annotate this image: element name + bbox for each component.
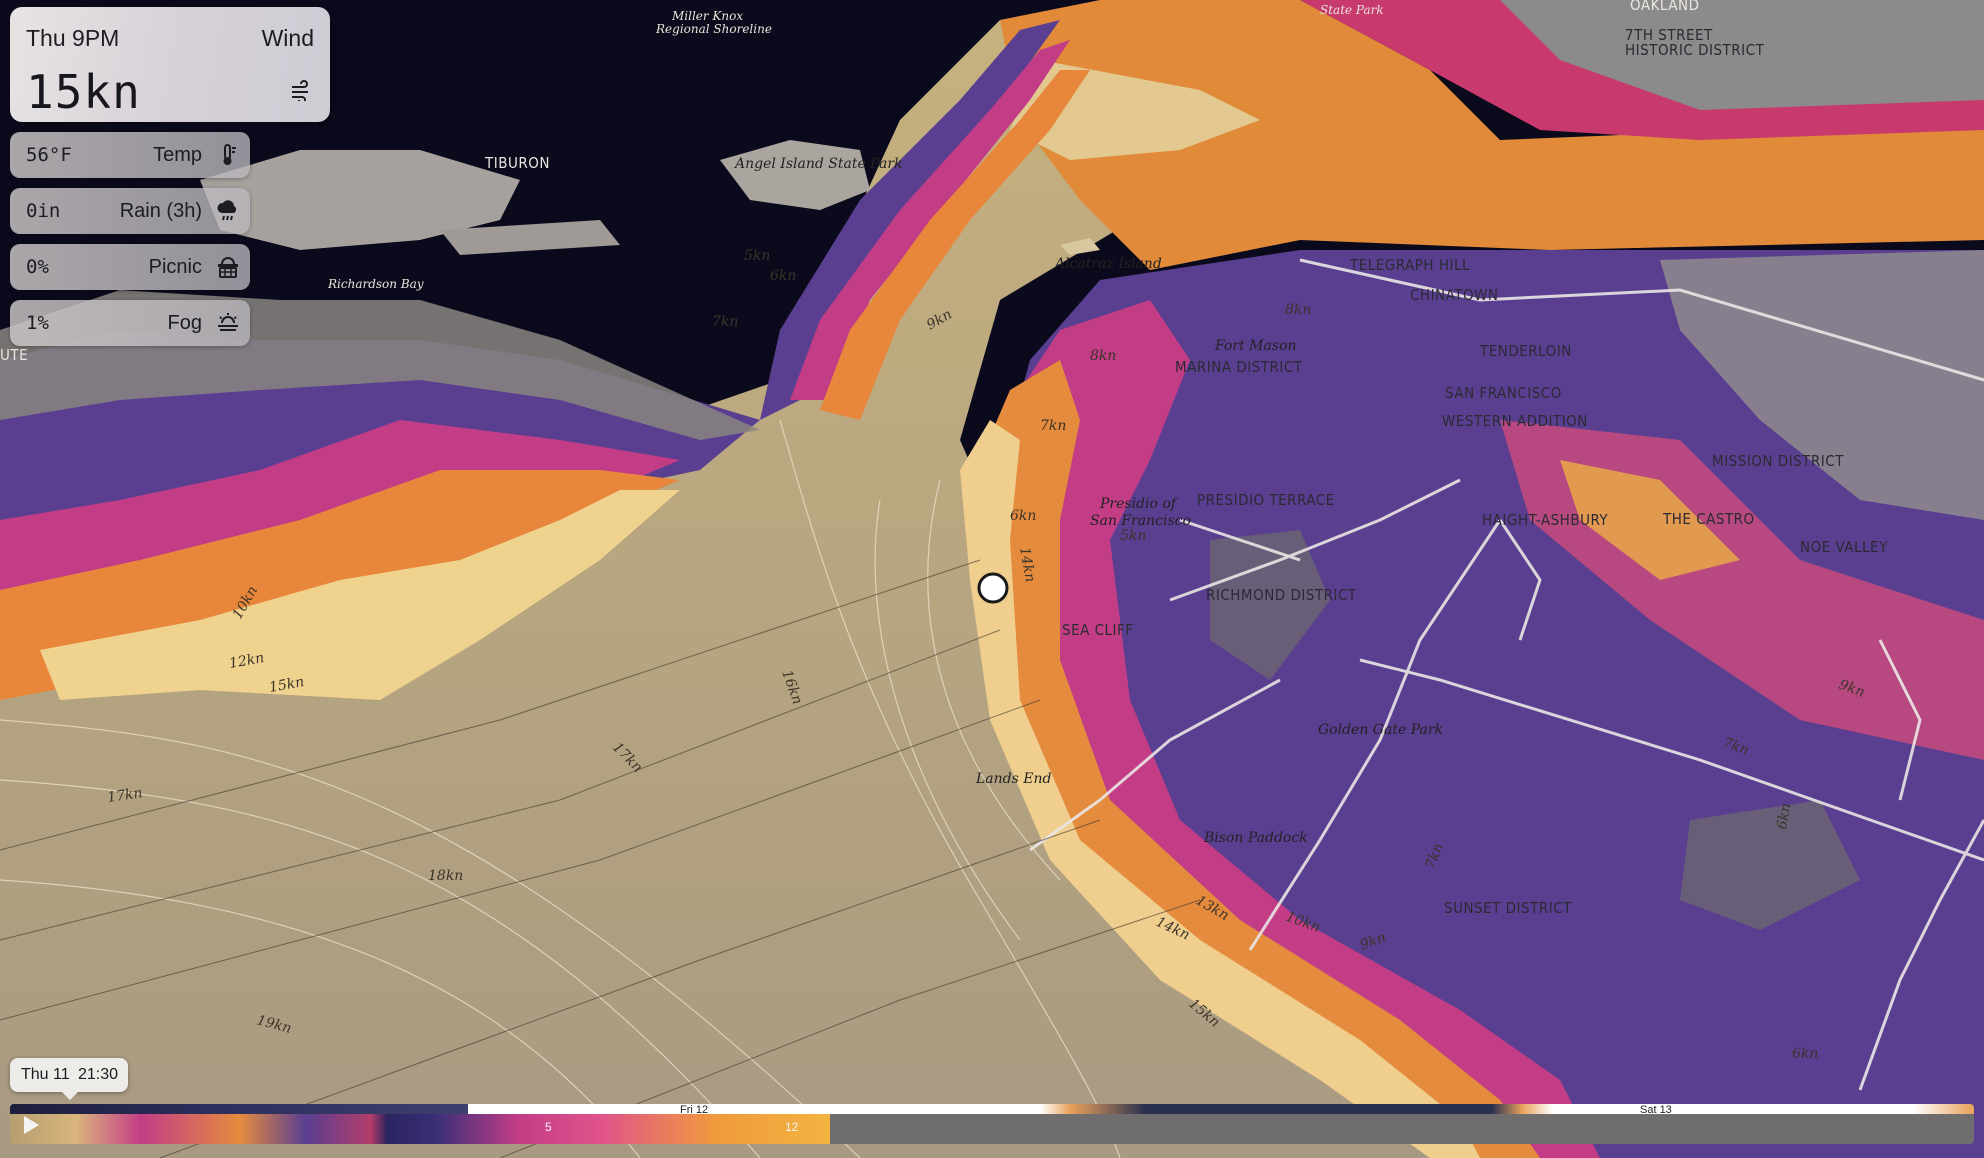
place-label: WESTERN ADDITION <box>1442 412 1588 430</box>
timeline-wind-strip <box>10 1114 830 1144</box>
place-label: UTE <box>0 346 28 364</box>
place-label: Alcatraz Island <box>1053 256 1162 272</box>
stat-picnic[interactable]: 0% Picnic <box>10 244 250 290</box>
timeline-time: 21:30 <box>78 1066 119 1083</box>
timeline-bar[interactable]: Fri 12 Sat 13 5 12 <box>10 1104 1974 1144</box>
contour-label: 8kn <box>1090 348 1116 364</box>
place-label: Richardson Bay <box>327 277 424 291</box>
place-label: RICHMOND DISTRICT <box>1206 586 1357 604</box>
stat-label: Temp <box>153 144 202 166</box>
timeline-day-label: Sat 13 <box>1640 1104 1672 1116</box>
wind-value: 15kn <box>26 65 141 119</box>
place-label: SEA CLIFF <box>1062 621 1134 639</box>
place-label: MISSION DISTRICT <box>1712 452 1844 470</box>
contour-label: 18kn <box>428 868 463 884</box>
place-label: CHINATOWN <box>1410 286 1499 304</box>
place-label: Fort Mason <box>1214 338 1296 354</box>
place-label: Golden Gate Park <box>1318 722 1443 738</box>
place-label: TENDERLOIN <box>1479 342 1572 360</box>
timeline-current-time: Thu 11 21:30 <box>10 1058 128 1100</box>
timeline-day-label: Fri 12 <box>680 1104 709 1116</box>
timeline-day: Thu 11 <box>21 1066 70 1083</box>
place-label: San Francisco <box>1090 513 1191 529</box>
metric-name: Wind <box>261 25 314 51</box>
stat-label: Picnic <box>148 256 202 278</box>
wind-icon <box>292 80 308 101</box>
place-label: NOE VALLEY <box>1800 538 1888 556</box>
contour-label: 5kn <box>744 248 770 264</box>
stat-value: 56°F <box>26 144 72 166</box>
location-marker[interactable] <box>977 572 1009 604</box>
place-label: Bison Paddock <box>1203 830 1308 846</box>
stat-value: 0in <box>26 200 61 222</box>
timeline-day-strip-thu <box>10 1104 468 1114</box>
stat-label: Fog <box>167 312 202 334</box>
thermometer-icon <box>223 144 236 165</box>
place-label: OAKLAND <box>1630 0 1700 14</box>
stat-value: 1% <box>26 312 49 334</box>
place-label: THE CASTRO <box>1662 510 1755 528</box>
place-label: State Park <box>1320 3 1384 17</box>
wind-card[interactable]: Thu 9PM Wind 15kn <box>10 7 330 122</box>
place-label: TIBURON <box>484 154 550 172</box>
place-label: PRESIDIO TERRACE <box>1197 491 1335 509</box>
place-label: SAN FRANCISCO <box>1445 384 1562 402</box>
stat-value: 0% <box>26 256 49 278</box>
contour-label: 6kn <box>1792 1046 1818 1062</box>
contour-label: 8kn <box>1285 302 1311 318</box>
fog-icon <box>218 313 238 331</box>
place-label: Miller Knox <box>671 9 743 23</box>
place-label: TELEGRAPH HILL <box>1349 256 1470 274</box>
contour-label: 7kn <box>1040 418 1066 434</box>
timeline-scale-label: 5 <box>545 1120 552 1134</box>
picnic-basket-icon <box>218 257 238 278</box>
place-label: Lands End <box>975 771 1051 787</box>
place-label: Presidio of <box>1099 496 1179 512</box>
timeline-scale-label: 12 <box>785 1120 799 1134</box>
place-label: SUNSET DISTRICT <box>1444 899 1572 917</box>
stat-label: Rain (3h) <box>119 200 202 222</box>
stat-fog[interactable]: 1% Fog <box>10 300 250 346</box>
place-label: Regional Shoreline <box>655 22 772 36</box>
contour-label: 7kn <box>712 314 738 330</box>
contour-label: 6kn <box>1010 508 1036 524</box>
place-label: Angel Island State Park <box>733 156 903 172</box>
place-label: HISTORIC DISTRICT <box>1625 41 1765 59</box>
contour-label: 6kn <box>770 268 796 284</box>
wind-map[interactable]: OAKLAND7TH STREETHISTORIC DISTRICTTIBURO… <box>0 0 1984 1158</box>
place-label: HAIGHT-ASHBURY <box>1482 511 1608 529</box>
play-icon[interactable] <box>24 1116 39 1134</box>
forecast-time: Thu 9PM <box>26 25 120 51</box>
stat-rain[interactable]: 0in Rain (3h) <box>10 188 250 234</box>
rain-cloud-icon <box>217 200 237 221</box>
stat-temp[interactable]: 56°F Temp <box>10 132 250 178</box>
contour-label: 5kn <box>1120 528 1146 544</box>
place-label: MARINA DISTRICT <box>1175 358 1303 376</box>
